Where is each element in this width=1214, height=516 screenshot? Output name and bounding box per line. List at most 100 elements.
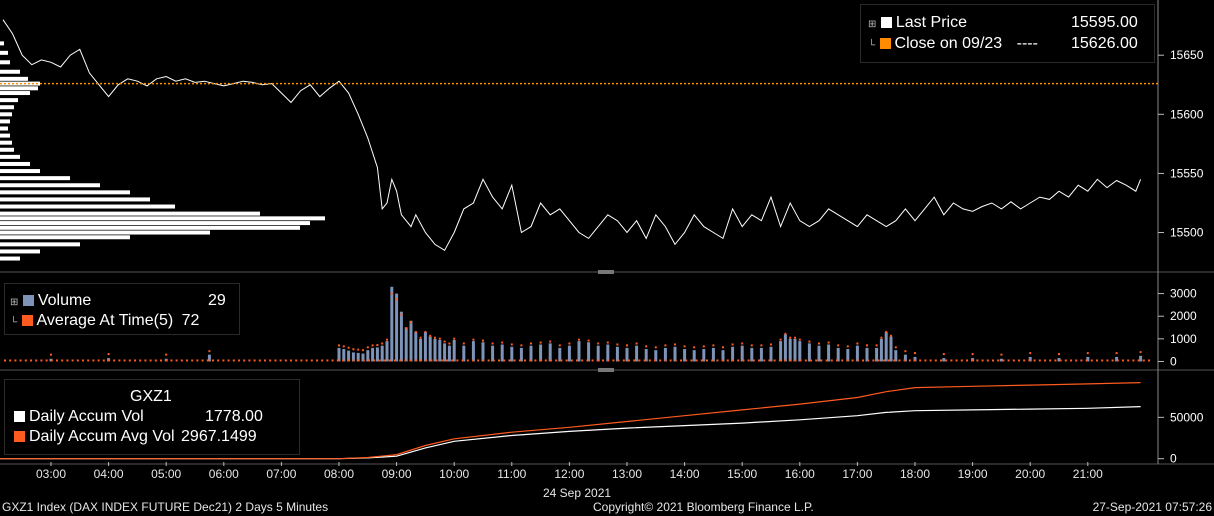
pane-resize-handle	[598, 270, 614, 274]
avg-at-time-dot	[9, 359, 12, 362]
avg-at-time-dot	[113, 359, 116, 362]
avg-at-time-dot	[144, 359, 147, 362]
accum-title: GXZ1	[130, 388, 172, 405]
avg-at-time-dot	[175, 359, 178, 362]
avg-at-time-dot	[82, 359, 84, 362]
avg-at-time-dot	[66, 359, 69, 362]
avg-at-time-dot	[992, 359, 994, 362]
avg-at-time-dot	[456, 359, 459, 362]
volume-legend-avg: └ Average At Time(5) 72	[10, 311, 199, 333]
avg-at-time-dot	[326, 359, 329, 362]
avg-at-time-dot	[180, 359, 183, 362]
avg-at-time-dot	[808, 340, 811, 343]
volume-bar	[625, 347, 629, 362]
avg-at-time-dot	[799, 359, 802, 362]
avg-at-time-dot	[520, 344, 523, 347]
avg-at-time-dot	[295, 359, 298, 362]
volume-bar	[519, 347, 523, 362]
volume-bar	[889, 336, 893, 362]
volume-bar	[452, 339, 456, 362]
avg-at-time-dot	[503, 359, 506, 362]
avg-at-time-dot	[435, 359, 438, 362]
volume-bar	[443, 343, 447, 362]
volume-bar	[380, 345, 384, 362]
avg-at-time-dot	[804, 359, 807, 362]
avg-at-time-dot	[19, 359, 22, 362]
volume-bar	[759, 347, 763, 362]
avg-at-time-dot	[732, 359, 734, 362]
avg-at-time-dot	[752, 359, 755, 362]
tree-toggle-icon[interactable]: ⊞	[10, 297, 18, 308]
avg-at-time-dot	[395, 298, 398, 301]
avg-at-time-dot	[1000, 353, 1003, 356]
avg-at-time-dot	[942, 353, 945, 356]
avg-at-time-dot	[560, 359, 563, 362]
volume-bar	[438, 339, 442, 362]
avg-at-time-dot	[238, 359, 240, 362]
avg-at-time-dot	[321, 359, 324, 362]
avg-at-time-dot	[269, 359, 272, 362]
avg-at-time-dot	[212, 359, 214, 362]
volume-bar	[567, 345, 571, 362]
volume-legend-vol: ⊞ Volume	[10, 291, 91, 313]
avg-at-time-dot	[841, 359, 844, 362]
volume-bar	[423, 332, 427, 362]
avg-at-time-dot	[784, 332, 787, 335]
avg-at-time-dot	[108, 359, 110, 362]
avg-at-time-dot	[462, 342, 465, 345]
volume-profile-bar	[0, 183, 100, 188]
y-tick-label: 15650	[1170, 48, 1204, 62]
avg-at-time-dot	[1101, 359, 1104, 362]
volume-bar	[615, 346, 619, 362]
avg-at-time-dot	[1106, 359, 1109, 362]
avg-at-time-dot	[940, 359, 942, 362]
avg-at-time-dot	[448, 342, 451, 345]
avg-at-time-dot	[576, 359, 578, 362]
x-tick-label: 18:00	[900, 467, 930, 481]
avg-at-time-dot	[274, 359, 277, 362]
avg-at-time-dot	[712, 344, 715, 347]
avg-at-time-dot	[409, 359, 412, 362]
avg-at-time-dot	[674, 359, 677, 362]
avg-at-time-dot	[726, 359, 729, 362]
avg-at-time-dot	[950, 359, 953, 362]
volume-profile-bar	[0, 91, 30, 96]
avg-at-time-dot	[1080, 359, 1083, 362]
close-value: 15626.00	[1071, 35, 1138, 52]
avg-at-time-dot	[815, 359, 818, 362]
avg-at-time-dot	[1070, 359, 1072, 362]
volume-bar	[596, 345, 600, 362]
avg-swatch	[21, 315, 33, 326]
avg-at-time-dot	[347, 346, 350, 349]
volume-bar	[577, 341, 581, 362]
volume-bar	[875, 347, 879, 362]
avg-at-time-dot	[750, 344, 753, 347]
avg-at-time-dot	[846, 359, 849, 362]
volume-bar	[798, 341, 802, 362]
tree-toggle-icon[interactable]: ⊞	[868, 19, 876, 30]
volume-bar	[539, 344, 543, 362]
avg-at-time-dot	[778, 359, 781, 362]
avg-at-time-dot	[654, 359, 656, 362]
avg-at-time-dot	[1058, 353, 1060, 356]
avg-at-time-dot	[544, 359, 547, 362]
avg-at-time-dot	[196, 359, 199, 362]
last-price-value: 15595.00	[1071, 14, 1138, 31]
close-label: Close on 09/23	[894, 35, 1003, 52]
avg-at-time-dot	[1033, 359, 1036, 362]
x-tick-label: 12:00	[554, 467, 584, 481]
avg-at-time-dot	[683, 345, 686, 348]
price-legend-last: ⊞ Last Price	[868, 13, 967, 35]
avg-at-time-dot	[591, 359, 594, 362]
x-tick-label: 13:00	[612, 467, 642, 481]
avg-at-time-dot	[706, 359, 708, 362]
volume-profile-bar	[0, 126, 8, 131]
avg-at-time-dot	[206, 359, 209, 362]
avg-at-time-dot	[587, 339, 590, 342]
avg-at-time-dot	[770, 343, 772, 346]
avg-at-time-dot	[466, 359, 469, 362]
x-tick-label: 04:00	[94, 467, 124, 481]
avg-at-time-dot	[501, 341, 504, 344]
avg-at-time-dot	[1023, 359, 1026, 362]
avg-at-time-dot	[498, 359, 500, 362]
